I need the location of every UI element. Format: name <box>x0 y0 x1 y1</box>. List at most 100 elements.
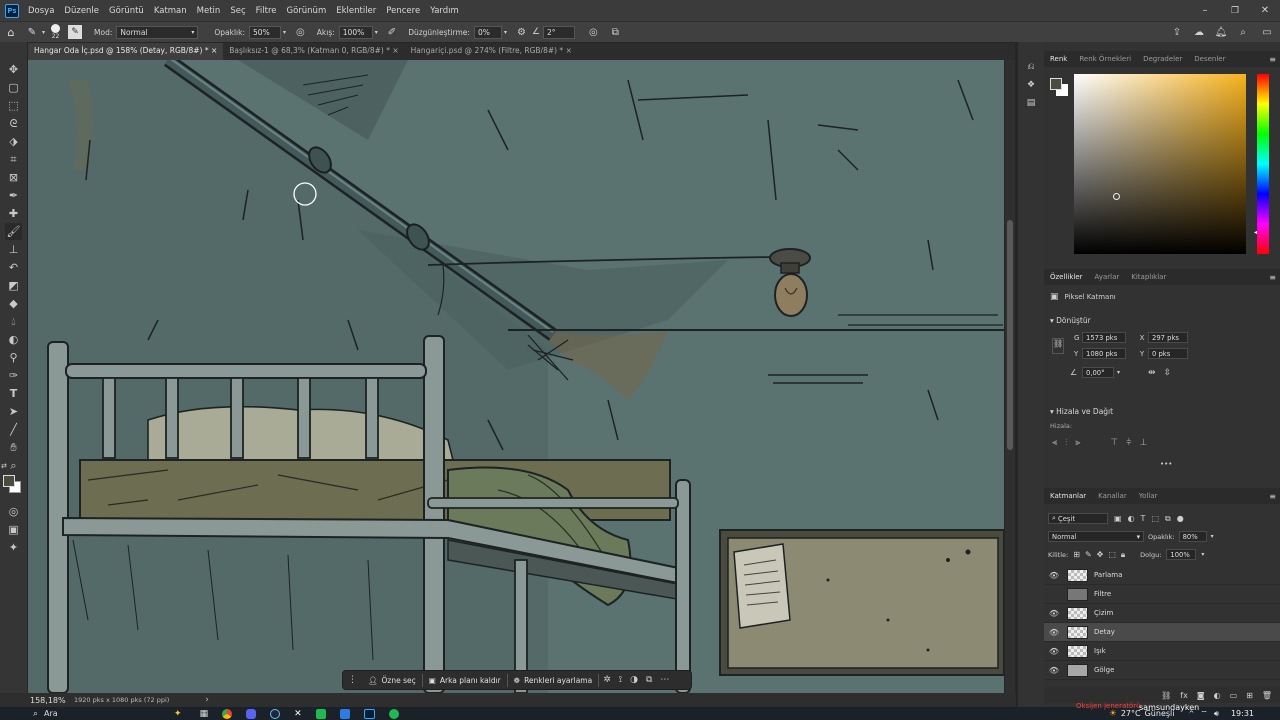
screen-mode-icon[interactable]: ▣ <box>5 521 22 538</box>
tab-renk[interactable]: Renk <box>1044 55 1073 63</box>
object-selection-tool-icon[interactable]: ⬗ <box>5 133 22 150</box>
gear-icon[interactable]: ⚙ <box>517 27 526 38</box>
adjust-colors-button[interactable]: ❁ Renkleri ayarlama <box>508 676 598 685</box>
capcut-icon[interactable]: ✕ <box>294 709 302 719</box>
smoothing-field[interactable]: 0% <box>473 25 502 39</box>
clone-stamp-tool-icon[interactable]: ⊥ <box>5 241 22 258</box>
volume-icon[interactable]: 🔊︎ <box>1214 709 1219 719</box>
healing-brush-tool-icon[interactable]: ✚ <box>5 205 22 222</box>
history-panel-icon[interactable]: ⎌ <box>1024 62 1038 72</box>
close-icon[interactable]: × <box>566 46 572 55</box>
comments-icon[interactable]: ▤ <box>1024 98 1038 108</box>
swap-colors-icon[interactable]: ⇄ <box>1 462 7 470</box>
filter-toggle-icon[interactable]: ● <box>1177 514 1184 523</box>
flip-vertical-icon[interactable]: ⇳ <box>1164 368 1172 378</box>
lasso-tool-icon[interactable]: ᘓ <box>5 115 22 132</box>
tab-ayarlar[interactable]: Ayarlar <box>1089 273 1126 281</box>
angle-field[interactable]: 2° <box>543 25 576 39</box>
tab-yollar[interactable]: Yollar <box>1133 492 1164 500</box>
add-mask-icon[interactable]: ◙ <box>1197 691 1205 700</box>
flow-field[interactable]: 100% <box>338 25 373 39</box>
weather-temp[interactable]: 27°C <box>1121 709 1141 718</box>
chevron-down-icon[interactable]: ▾ <box>1211 533 1214 540</box>
shape-icon[interactable]: ✲ <box>599 675 615 685</box>
generative-fill-icon[interactable]: ✦ <box>5 539 22 556</box>
link-dimensions-icon[interactable]: ⛓ <box>1052 338 1064 354</box>
align-middle-v-icon[interactable]: ⫩ <box>1126 438 1131 448</box>
frame-tool-icon[interactable]: ⊠ <box>5 169 22 186</box>
close-icon[interactable]: × <box>392 46 398 55</box>
panel-menu-icon[interactable]: ≡ <box>1269 273 1280 282</box>
menu-yardim[interactable]: Yardım <box>425 6 464 16</box>
copilot-icon[interactable]: ✦ <box>174 709 182 719</box>
artboard-tool-icon[interactable]: ▢ <box>5 79 22 96</box>
filter-smart-object-icon[interactable]: ⧉ <box>1165 514 1171 524</box>
zoom-level[interactable]: 158,18% <box>30 696 68 705</box>
layer-row-golge[interactable]: 👁︎ Gölge <box>1044 661 1280 680</box>
share-icon[interactable]: ⇪ <box>1166 27 1188 38</box>
menu-duzenle[interactable]: Düzenle <box>59 6 104 16</box>
link-layers-icon[interactable]: ⛓ <box>1161 691 1171 700</box>
path-selection-tool-icon[interactable]: ➤ <box>5 403 22 420</box>
type-tool-icon[interactable]: T <box>5 385 22 402</box>
hue-slider[interactable]: ◂ <box>1254 74 1269 254</box>
eraser-tool-icon[interactable]: ◩ <box>5 277 22 294</box>
transform-section-header[interactable]: ▾ Dönüştür <box>1044 313 1097 328</box>
lock-position-icon[interactable]: ✥ <box>1097 550 1104 559</box>
app-icon-green[interactable] <box>315 708 326 719</box>
chevron-down-icon[interactable]: ▾ <box>375 29 378 36</box>
layer-filter-kind-select[interactable]: ⌕ Çeşit <box>1048 513 1108 524</box>
eye-icon[interactable]: 👁︎ <box>1044 571 1064 580</box>
blend-mode-select[interactable]: Normal ▾ <box>1048 531 1144 542</box>
align-left-icon[interactable]: ⫷ <box>1052 438 1057 448</box>
discord-icon[interactable] <box>246 708 257 719</box>
chevron-down-icon[interactable]: ▾ <box>1117 369 1120 376</box>
chevron-down-icon[interactable]: ▾ <box>42 29 45 36</box>
tab-hangarici[interactable]: Hangariçi.psd @ 274% (Filtre, RGB/8#) * … <box>405 43 578 60</box>
panel-menu-icon[interactable]: ≡ <box>1269 55 1280 64</box>
dodge-tool-icon[interactable]: ◐ <box>5 331 22 348</box>
new-layer-icon[interactable]: ⊞ <box>1246 691 1253 700</box>
tool-presets-icon[interactable]: ❖ <box>1024 80 1038 90</box>
photoshop-logo-icon[interactable]: Ps <box>5 3 19 18</box>
chevron-down-icon[interactable]: ▾ <box>283 29 286 36</box>
align-section-header[interactable]: ▾ Hizala ve Dağıt <box>1044 404 1119 419</box>
history-brush-tool-icon[interactable]: ↶ <box>5 259 22 276</box>
transform-icon[interactable]: ⟟ <box>615 675 626 685</box>
task-view-icon[interactable]: ▦ <box>200 709 209 719</box>
tab-ozellikler[interactable]: Özellikler <box>1044 273 1089 281</box>
filter-shape-icon[interactable]: ⬚ <box>1151 514 1159 523</box>
layer-row-detay[interactable]: 👁︎ Detay <box>1044 623 1280 642</box>
symmetry-icon[interactable]: ⧉ <box>612 27 619 38</box>
align-right-icon[interactable]: ⫸ <box>1075 438 1080 448</box>
bell-icon[interactable]: 🔔︎ <box>1210 27 1232 38</box>
close-window-icon[interactable]: ✕ <box>1250 5 1280 16</box>
align-center-h-icon[interactable]: ⫶ <box>1065 438 1067 448</box>
foreground-color-swatch[interactable] <box>3 475 15 487</box>
search-icon[interactable]: ⌕ <box>33 709 38 719</box>
zoom-tool-icon[interactable]: ⌕ <box>5 457 22 474</box>
quick-mask-icon[interactable]: ◎ <box>5 503 22 520</box>
chevron-down-icon[interactable]: ▾ <box>1201 551 1204 558</box>
angle-field[interactable]: 0,00° <box>1082 367 1114 378</box>
tab-kanallar[interactable]: Kanallar <box>1092 492 1133 500</box>
chrome-icon[interactable] <box>222 708 233 719</box>
eye-icon[interactable]: 👁︎ <box>1044 609 1064 618</box>
remove-background-button[interactable]: ▣ Arka planı kaldır <box>423 676 507 685</box>
pressure-size-icon[interactable]: ◎ <box>589 27 598 38</box>
steam-icon[interactable] <box>270 708 281 719</box>
x-field[interactable]: 297 pks <box>1148 332 1188 343</box>
home-icon[interactable]: ⌂ <box>0 26 22 39</box>
delete-layer-icon[interactable]: 🗑︎ <box>1262 691 1272 700</box>
network-icon[interactable]: ⌔ <box>1200 709 1208 719</box>
align-bottom-icon[interactable]: ⊥ <box>1139 438 1147 448</box>
tab-renk-ornekleri[interactable]: Renk Örnekleri <box>1073 55 1137 63</box>
width-field[interactable]: 1573 pks <box>1082 332 1126 343</box>
brush-size-picker[interactable]: 22 <box>51 24 61 40</box>
y-field[interactable]: 0 pks <box>1148 348 1188 359</box>
taskbar-search-label[interactable]: Ara <box>44 709 144 718</box>
brush-tool-icon[interactable]: 🖌︎ <box>5 223 22 240</box>
filter-adjustment-icon[interactable]: ◐ <box>1128 514 1135 523</box>
workspace-icon[interactable]: ▭ <box>1254 27 1280 38</box>
line-tool-icon[interactable]: ╱ <box>5 421 22 438</box>
